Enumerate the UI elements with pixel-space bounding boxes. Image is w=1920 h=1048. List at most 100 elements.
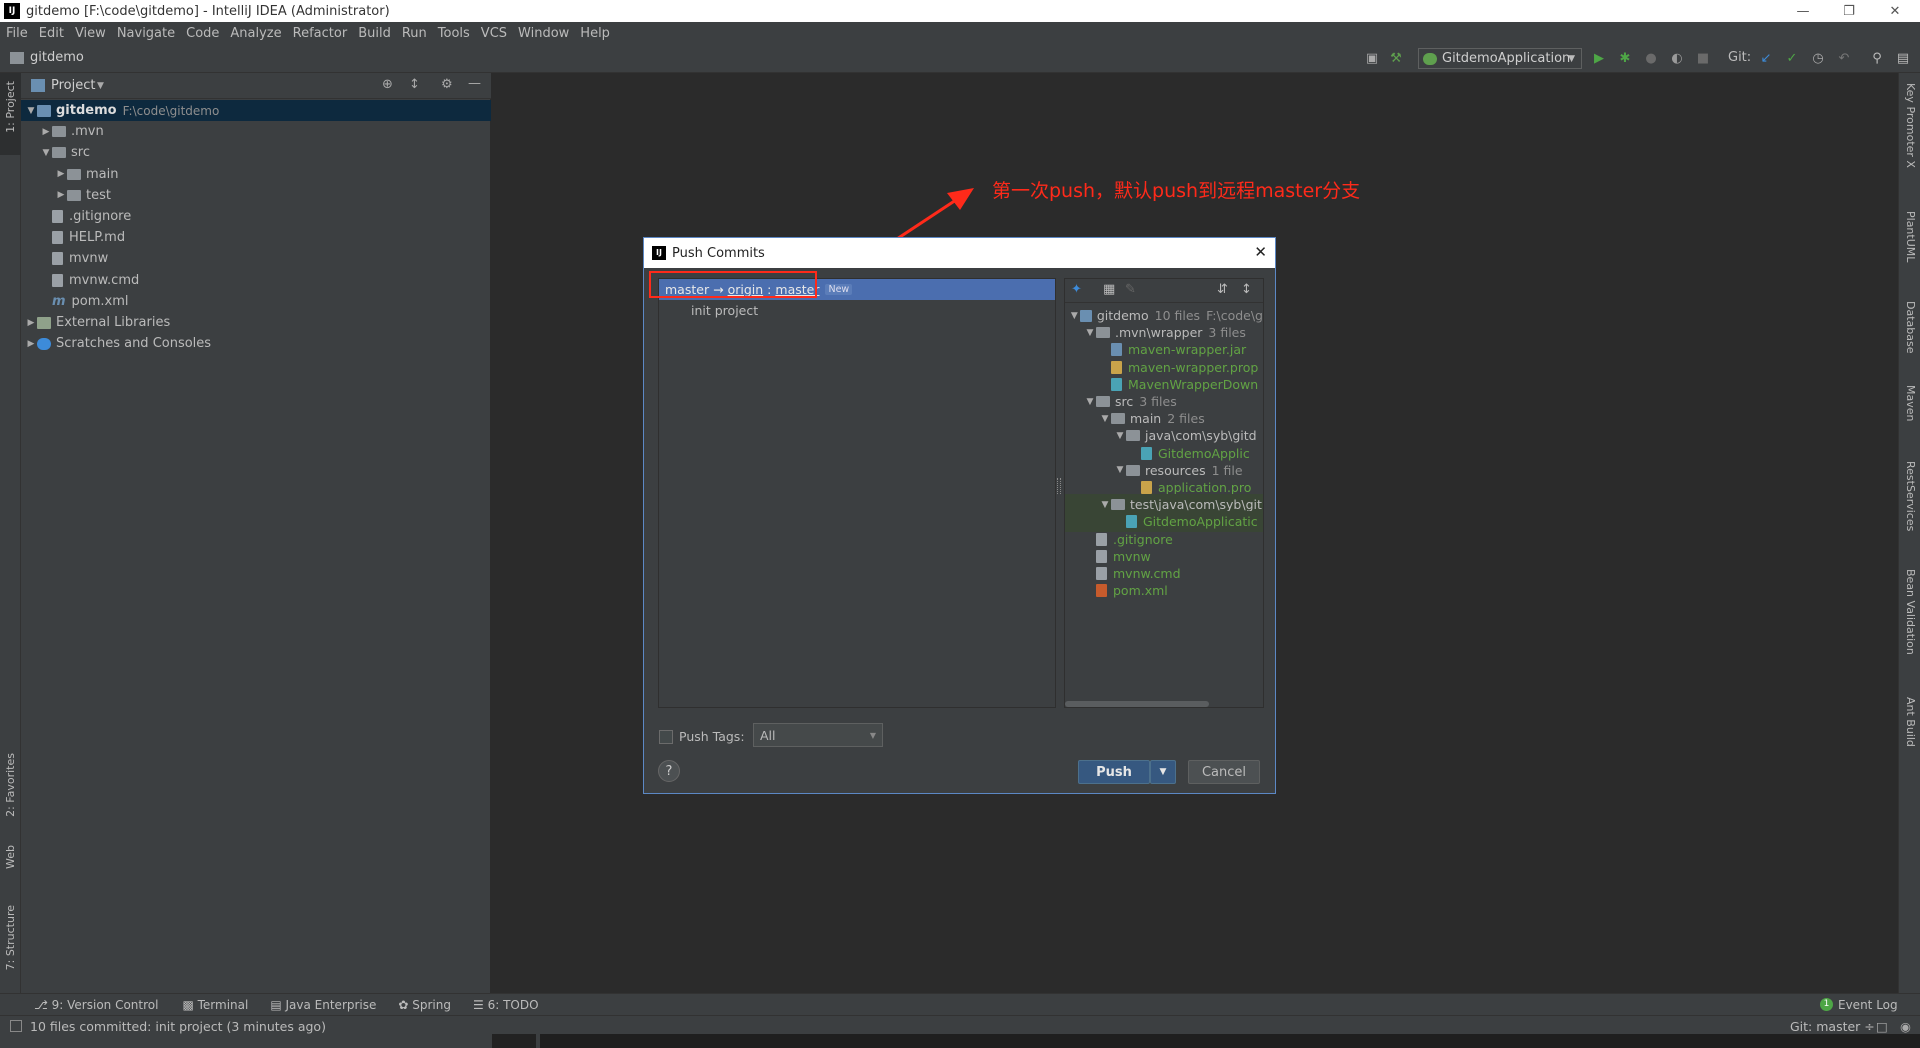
push-button[interactable]: Push xyxy=(1078,760,1150,784)
profile-icon[interactable]: ◐ xyxy=(1669,50,1685,66)
menu-window[interactable]: Window xyxy=(518,26,569,41)
push-tags-checkbox[interactable] xyxy=(659,730,673,744)
menu-file[interactable]: File xyxy=(6,26,28,41)
expanded-arrow-icon[interactable]: ▼ xyxy=(40,148,52,158)
group-by-icon[interactable]: ▦ xyxy=(1103,282,1115,297)
locate-target-icon[interactable]: ⊕ xyxy=(382,77,393,92)
expanded-arrow-icon[interactable]: ▼ xyxy=(1084,397,1096,407)
gear-icon[interactable]: ⚙ xyxy=(441,77,453,92)
menu-code[interactable]: Code xyxy=(186,26,219,41)
collapsed-arrow-icon[interactable]: ▶ xyxy=(40,127,52,137)
changed-file-row[interactable]: pom.xml xyxy=(1065,580,1263,601)
menu-vcs[interactable]: VCS xyxy=(481,26,507,41)
help-button[interactable]: ? xyxy=(658,760,680,782)
tab-todo[interactable]: ☰ 6: TODO xyxy=(473,998,539,1012)
git-branch-status[interactable]: Git: master ÷ xyxy=(1790,1019,1875,1034)
collapsed-arrow-icon[interactable]: ▶ xyxy=(55,190,67,200)
close-window-icon[interactable]: ✕ xyxy=(1880,0,1910,22)
tab-database[interactable]: Database xyxy=(1904,301,1917,354)
git-update-icon[interactable]: ↙ xyxy=(1758,50,1774,66)
hide-panel-icon[interactable]: — xyxy=(468,76,481,91)
tree-item[interactable]: ▶ External Libraries xyxy=(21,312,491,333)
expanded-arrow-icon[interactable]: ▼ xyxy=(25,106,37,116)
git-commit-icon[interactable]: ✓ xyxy=(1784,50,1800,66)
show-diff-icon[interactable]: ✦ xyxy=(1071,282,1082,297)
tree-item[interactable]: .gitignore xyxy=(21,206,491,227)
menu-tools[interactable]: Tools xyxy=(438,26,470,41)
inspector-icon[interactable]: ◉ xyxy=(1900,1019,1911,1034)
commit-row[interactable]: init project xyxy=(691,300,758,321)
tab-favorites[interactable]: 2: Favorites xyxy=(4,753,17,817)
collapse-all-icon[interactable]: ↕ xyxy=(1241,282,1252,297)
build-hammer-icon[interactable]: ⚒ xyxy=(1388,50,1404,66)
expanded-arrow-icon[interactable]: ▼ xyxy=(1114,431,1126,441)
menu-analyze[interactable]: Analyze xyxy=(230,26,281,41)
tab-key-promoter-x[interactable]: Key Promoter X xyxy=(1904,83,1917,168)
collapsed-arrow-icon[interactable]: ▶ xyxy=(25,318,37,328)
presentation-icon[interactable]: ▤ xyxy=(1895,50,1911,66)
tree-item[interactable]: ▼ gitdemo F:\code\gitdemo xyxy=(21,100,491,121)
menu-refactor[interactable]: Refactor xyxy=(293,26,348,41)
tab-terminal[interactable]: ▩ Terminal xyxy=(182,998,248,1012)
tab-java-enterprise[interactable]: ▤ Java Enterprise xyxy=(270,998,376,1012)
tab-spring[interactable]: ✿ Spring xyxy=(398,998,451,1012)
project-structure-icon[interactable]: ▣ xyxy=(1364,50,1380,66)
menu-run[interactable]: Run xyxy=(402,26,427,41)
tool-windows-icon[interactable] xyxy=(10,1020,22,1032)
tab-project[interactable]: 1: Project xyxy=(4,81,17,133)
expanded-arrow-icon[interactable]: ▼ xyxy=(1099,414,1111,424)
menu-navigate[interactable]: Navigate xyxy=(117,26,175,41)
expanded-arrow-icon[interactable]: ▼ xyxy=(1099,500,1111,510)
tree-item[interactable]: HELP.md xyxy=(21,227,491,248)
event-log[interactable]: 1 Event Log xyxy=(1820,998,1898,1012)
run-icon[interactable]: ▶ xyxy=(1591,50,1607,66)
tree-item[interactable]: ▶ .mvn xyxy=(21,121,491,142)
splitter-handle[interactable] xyxy=(1057,478,1061,494)
debug-bug-icon[interactable]: ✱ xyxy=(1617,50,1633,66)
tab-restservices[interactable]: RestServices xyxy=(1904,461,1917,531)
push-options-dropdown[interactable]: ▼ xyxy=(1150,760,1176,784)
tree-item[interactable]: m pom.xml xyxy=(21,291,491,312)
tab-plantuml[interactable]: PlantUML xyxy=(1904,211,1917,262)
tab-version-control[interactable]: ⎇ 9: Version Control xyxy=(34,998,158,1012)
expanded-arrow-icon[interactable]: ▼ xyxy=(1114,465,1126,475)
push-tags-select[interactable]: All ▼ xyxy=(753,723,883,747)
menu-edit[interactable]: Edit xyxy=(39,26,64,41)
restore-icon[interactable]: ❐ xyxy=(1834,0,1864,22)
minimize-icon[interactable]: — xyxy=(1788,0,1818,22)
lock-icon[interactable]: □ xyxy=(1876,1019,1888,1034)
horizontal-scrollbar[interactable] xyxy=(1065,701,1209,707)
tab-bean-validation[interactable]: Bean Validation xyxy=(1904,569,1917,655)
tab-web[interactable]: Web xyxy=(4,845,17,869)
project-panel-title[interactable]: Project xyxy=(51,78,95,93)
search-icon[interactable]: ⚲ xyxy=(1869,50,1885,66)
tree-item[interactable]: ▶ main xyxy=(21,164,491,185)
tree-item[interactable]: mvnw xyxy=(21,248,491,269)
tree-item[interactable]: ▶ test xyxy=(21,185,491,206)
expanded-arrow-icon[interactable]: ▼ xyxy=(1069,311,1080,321)
tab-ant-build[interactable]: Ant Build xyxy=(1904,697,1917,747)
edit-source-icon[interactable]: ✎ xyxy=(1125,282,1136,297)
breadcrumb-project[interactable]: gitdemo xyxy=(30,50,84,65)
collapsed-arrow-icon[interactable]: ▶ xyxy=(55,169,67,179)
rollback-icon[interactable]: ↶ xyxy=(1836,50,1852,66)
expanded-arrow-icon[interactable]: ▼ xyxy=(1084,328,1096,338)
menu-help[interactable]: Help xyxy=(580,26,610,41)
close-icon[interactable]: ✕ xyxy=(1254,243,1267,261)
tree-item[interactable]: ▼ src xyxy=(21,142,491,163)
history-clock-icon[interactable]: ◷ xyxy=(1810,50,1826,66)
expand-all-icon[interactable]: ⇵ xyxy=(1217,282,1228,297)
menu-view[interactable]: View xyxy=(75,26,106,41)
tab-structure[interactable]: 7: Structure xyxy=(4,905,17,970)
tree-item[interactable]: ▶ Scratches and Consoles xyxy=(21,333,491,354)
chevron-down-icon[interactable]: ▼ xyxy=(97,81,104,91)
tree-item[interactable]: mvnw.cmd xyxy=(21,270,491,291)
tab-maven[interactable]: Maven xyxy=(1904,385,1917,421)
run-config-dropdown[interactable]: GitdemoApplication ▼ xyxy=(1418,48,1582,69)
stop-icon[interactable]: ■ xyxy=(1695,50,1711,66)
cancel-button[interactable]: Cancel xyxy=(1188,760,1260,784)
coverage-icon[interactable]: ● xyxy=(1643,50,1659,66)
menu-build[interactable]: Build xyxy=(358,26,391,41)
collapse-all-icon[interactable]: ↕ xyxy=(409,77,420,92)
collapsed-arrow-icon[interactable]: ▶ xyxy=(25,339,37,349)
